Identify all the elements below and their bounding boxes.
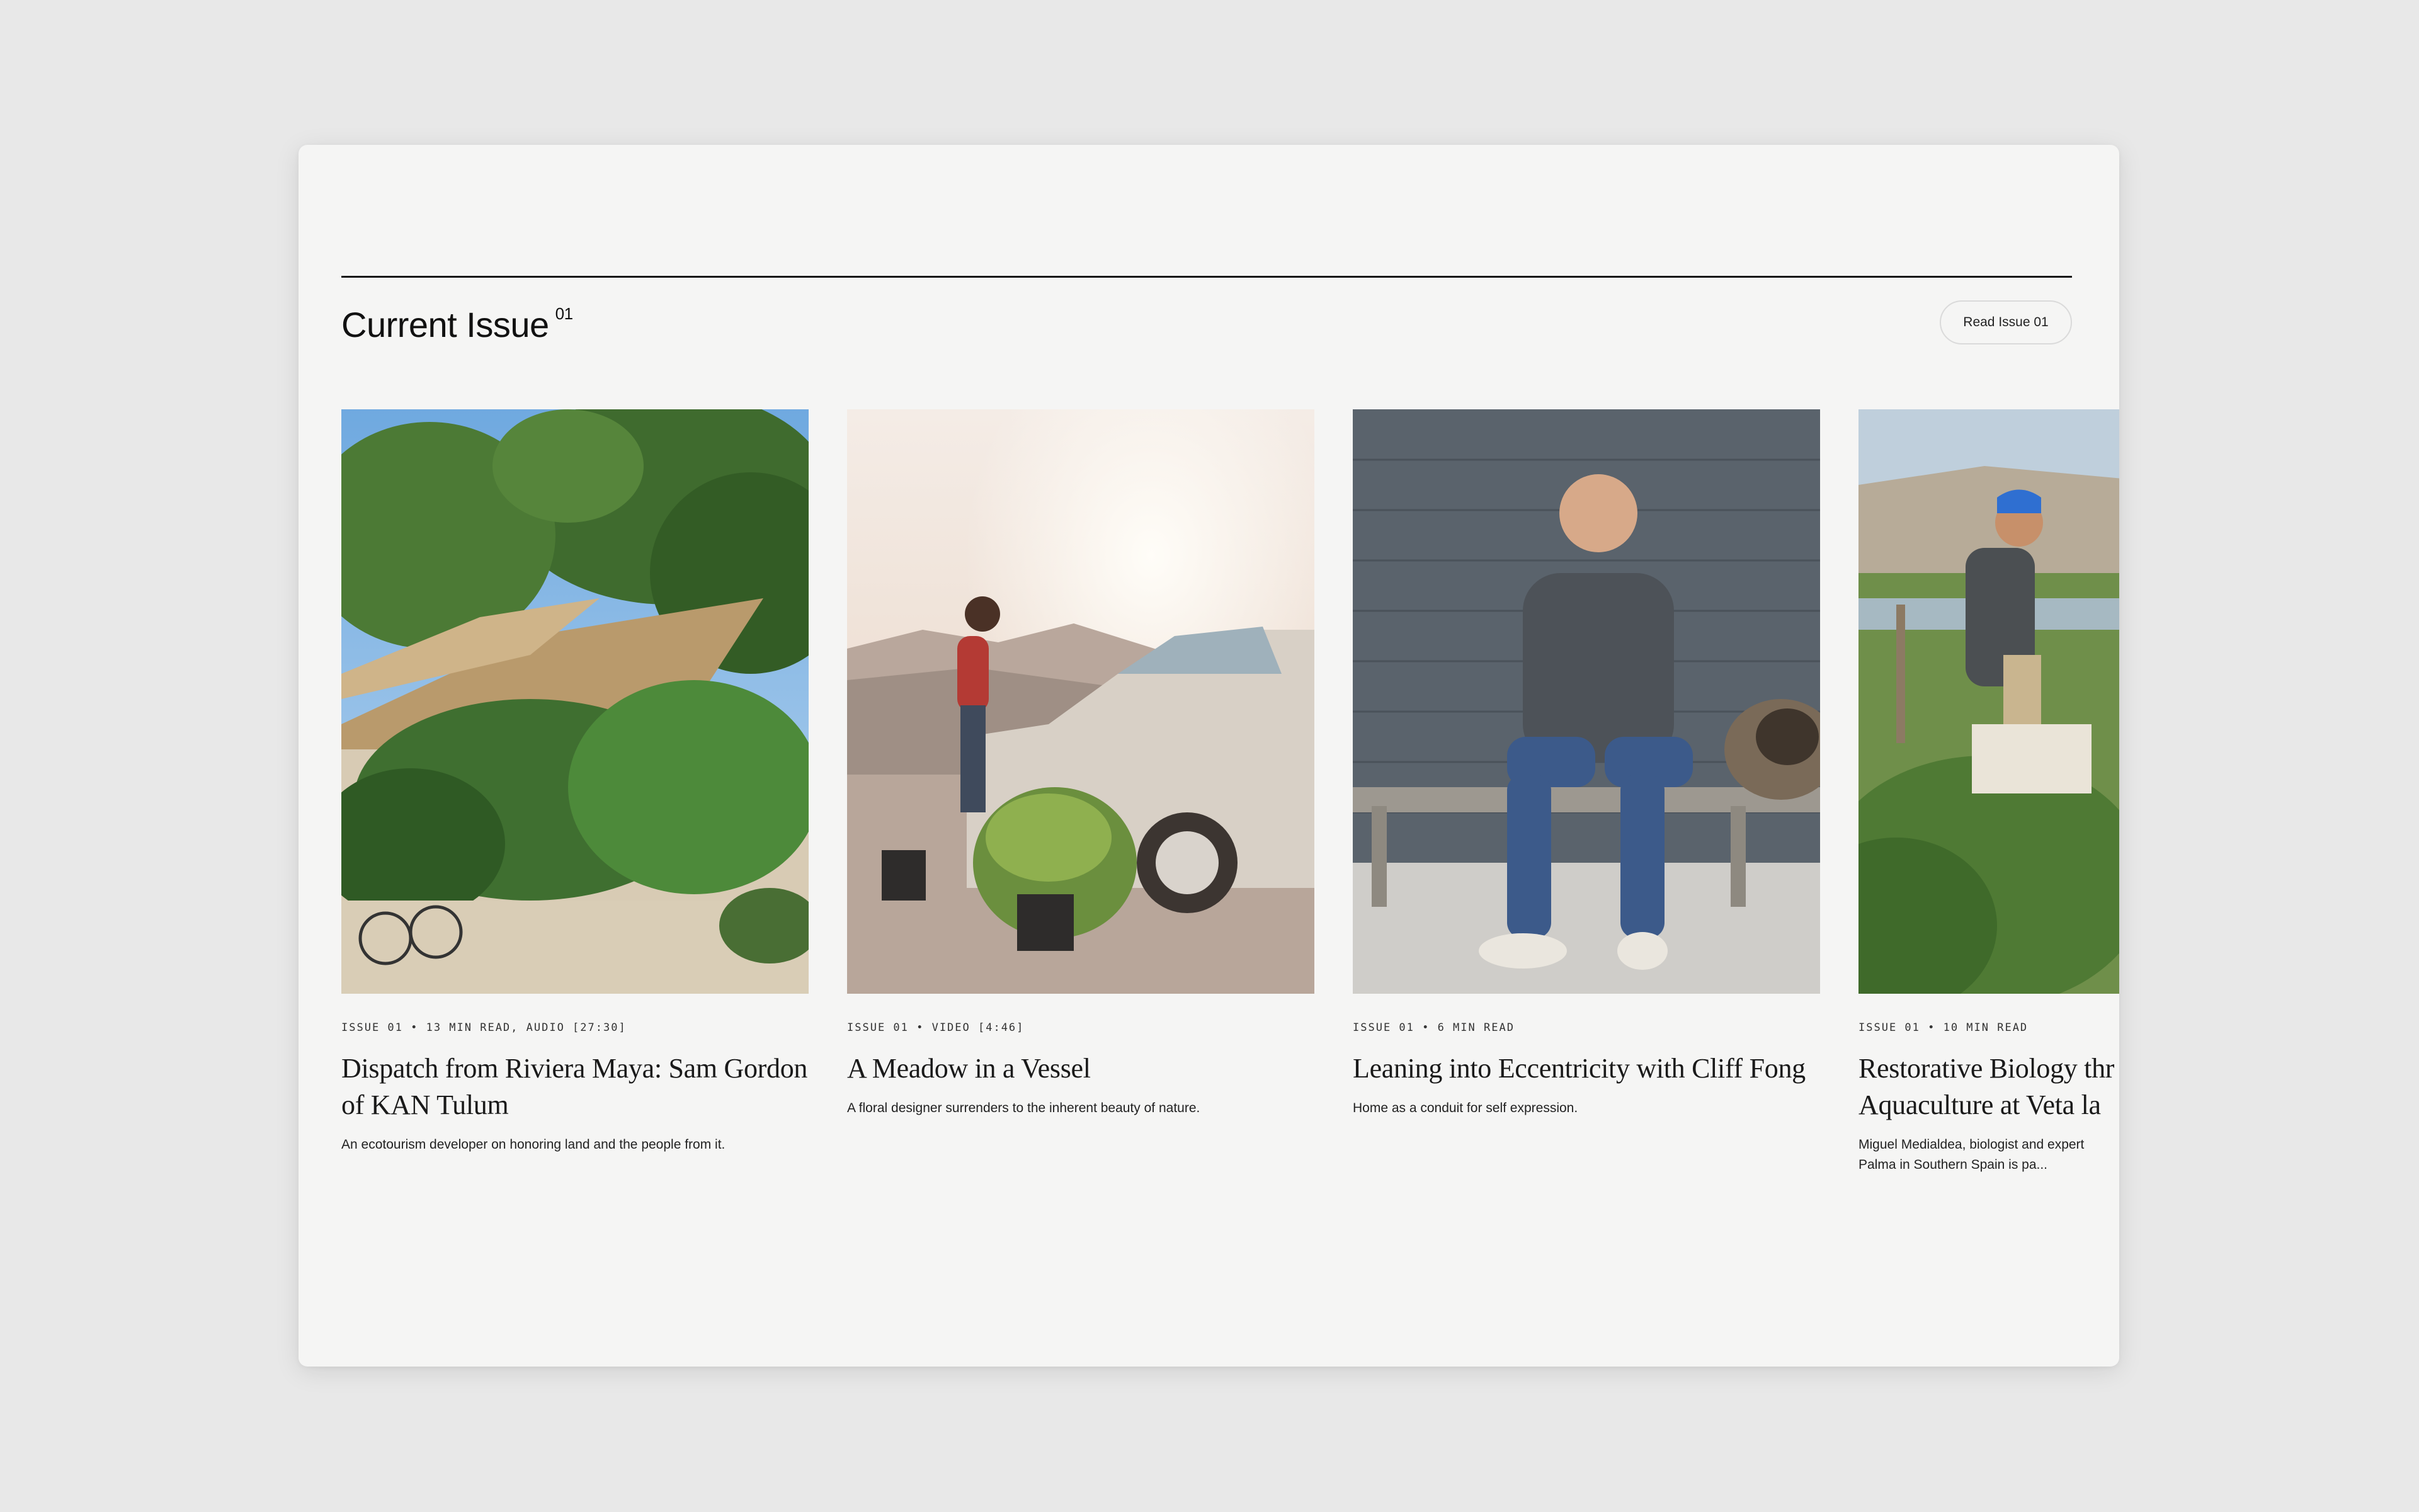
article-description: Miguel Medialdea, biologist and expert P… [1858,1135,2119,1175]
article-image-cliff-fong[interactable] [1353,409,1820,994]
article-card-kan-tulum[interactable]: ISSUE 01 • 13 MIN READ, AUDIO [27:30] Di… [341,409,809,1155]
article-title-line: Restorative Biology thr [1858,1053,2115,1084]
article-title-line: Aquaculture at Veta la [1858,1089,2101,1120]
article-meta: ISSUE 01 • 13 MIN READ, AUDIO [27:30] [341,1021,627,1034]
section-title-text: Current Issue [341,305,549,344]
article-meta: ISSUE 01 • VIDEO [4:46] [847,1021,1025,1034]
article-description: An ecotourism developer on honoring land… [341,1137,726,1152]
article-title[interactable]: A Meadow in a Vessel [847,1050,1314,1087]
article-card-cliff-fong[interactable]: ISSUE 01 • 6 MIN READ Leaning into Eccen… [1353,409,1820,1118]
article-title[interactable]: Restorative Biology thr Aquaculture at V… [1858,1050,2119,1123]
section-title: Current Issue 01 [341,304,573,346]
article-title[interactable]: Dispatch from Riviera Maya: Sam Gordon o… [341,1050,809,1123]
article-description: A floral designer surrenders to the inhe… [847,1101,1200,1115]
section-divider [341,276,2072,278]
article-meta: ISSUE 01 • 6 MIN READ [1353,1021,1515,1034]
article-description: Home as a conduit for self expression. [1353,1101,1578,1115]
article-description-line: Palma in Southern Spain is pa... [1858,1157,2048,1172]
article-card-veta-la-palma[interactable]: ISSUE 01 • 10 MIN READ Restorative Biolo… [1858,409,2119,1175]
browser-window: Current Issue 01 Read Issue 01 ISSUE 01 … [299,145,2119,1367]
article-meta: ISSUE 01 • 10 MIN READ [1858,1021,2029,1034]
read-issue-button[interactable]: Read Issue 01 [1940,300,2072,344]
article-card-meadow-vessel[interactable]: ISSUE 01 • VIDEO [4:46] A Meadow in a Ve… [847,409,1314,1118]
article-image-meadow-vessel[interactable] [847,409,1314,994]
article-image-veta-la-palma[interactable] [1858,409,2119,994]
article-title[interactable]: Leaning into Eccentricity with Cliff Fon… [1353,1050,1820,1087]
article-description-line: Miguel Medialdea, biologist and expert [1858,1137,2085,1152]
issue-number: 01 [555,304,573,323]
article-image-kan-tulum[interactable] [341,409,809,994]
